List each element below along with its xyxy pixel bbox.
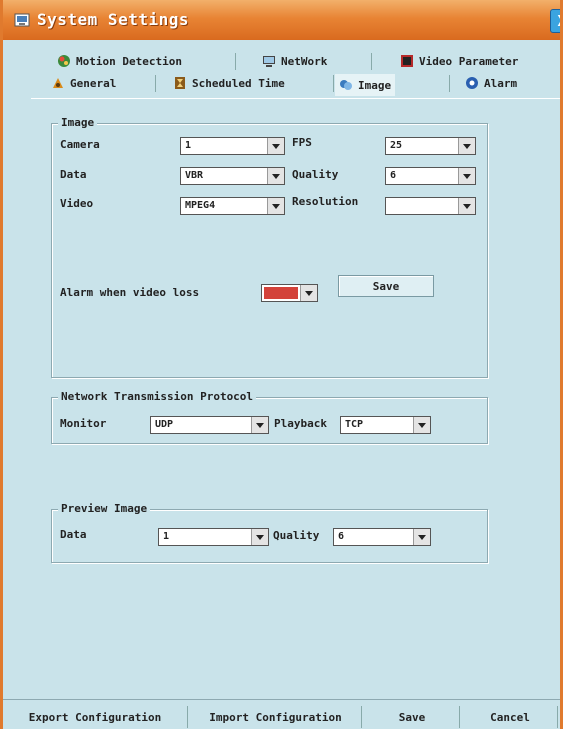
preview-group-legend: Preview Image xyxy=(58,502,151,515)
close-icon: X xyxy=(557,12,560,30)
chevron-down-icon[interactable] xyxy=(251,529,268,545)
alarm-icon xyxy=(466,77,478,89)
camera-label: Camera xyxy=(60,138,100,151)
chevron-down-icon[interactable] xyxy=(458,138,475,154)
network-transmission-group: Network Transmission Protocol Monitor UD… xyxy=(51,390,488,444)
chevron-down-icon[interactable] xyxy=(413,417,430,433)
tab-strip-border xyxy=(31,98,560,99)
tab-alarm[interactable]: Alarm xyxy=(465,76,517,90)
tab-label: Scheduled Time xyxy=(192,76,285,90)
footer-save-button[interactable]: Save xyxy=(365,706,460,728)
tab-label: NetWork xyxy=(281,54,328,68)
close-button[interactable]: X xyxy=(550,9,560,33)
image-group: Image Camera 1 FPS 25 Data VBR Quality 6… xyxy=(51,116,488,378)
preview-quality-select[interactable]: 6 xyxy=(333,528,431,546)
data-select[interactable]: VBR xyxy=(180,167,285,185)
alarm-video-loss-label: Alarm when video loss xyxy=(60,286,200,299)
tab-image[interactable]: Image xyxy=(335,74,396,96)
preview-data-select[interactable]: 1 xyxy=(158,528,269,546)
footer-bar: Export Configuration Import Configuratio… xyxy=(3,699,560,729)
video-parameter-icon xyxy=(401,55,413,67)
tab-divider xyxy=(371,53,372,70)
camera-value: 1 xyxy=(185,140,192,151)
preview-image-group: Preview Image Data 1 Quality 6 xyxy=(51,502,488,563)
playback-label: Playback xyxy=(274,417,327,430)
video-select[interactable]: MPEG4 xyxy=(180,197,285,215)
tab-divider xyxy=(449,75,450,92)
playback-select[interactable]: TCP xyxy=(340,416,431,434)
export-configuration-button[interactable]: Export Configuration xyxy=(3,706,188,728)
tab-label: Motion Detection xyxy=(76,54,182,68)
playback-value: TCP xyxy=(345,419,364,430)
preview-quality-label: Quality xyxy=(273,529,320,542)
video-label: Video xyxy=(60,197,94,210)
tab-divider xyxy=(333,75,334,92)
quality-select[interactable]: 6 xyxy=(385,167,476,185)
fps-value: 25 xyxy=(390,140,403,151)
alarm-color-select[interactable] xyxy=(261,284,318,302)
import-configuration-button[interactable]: Import Configuration xyxy=(190,706,362,728)
chevron-down-icon[interactable] xyxy=(413,529,430,545)
monitor-label: Monitor xyxy=(60,417,107,430)
monitor-value: UDP xyxy=(155,419,174,430)
chevron-down-icon[interactable] xyxy=(267,198,284,214)
settings-app-icon xyxy=(13,11,31,29)
chevron-down-icon[interactable] xyxy=(267,168,284,184)
tab-general[interactable]: General xyxy=(51,76,116,90)
preview-data-value: 1 xyxy=(163,531,170,542)
quality-label: Quality xyxy=(292,168,339,181)
monitor-select[interactable]: UDP xyxy=(150,416,269,434)
window-title: System Settings xyxy=(37,10,189,29)
tab-label: General xyxy=(70,76,117,90)
alarm-color-swatch xyxy=(264,287,298,299)
image-save-button[interactable]: Save xyxy=(338,275,434,297)
chevron-down-icon[interactable] xyxy=(458,168,475,184)
network-group-legend: Network Transmission Protocol xyxy=(58,390,257,403)
camera-select[interactable]: 1 xyxy=(180,137,285,155)
settings-tabs: Motion Detection NetWork Video Parameter… xyxy=(25,48,560,98)
network-icon xyxy=(263,56,275,67)
cancel-button[interactable]: Cancel xyxy=(463,706,558,728)
tab-divider xyxy=(155,75,156,92)
chevron-down-icon[interactable] xyxy=(458,198,475,214)
tab-label: Video Parameter xyxy=(419,54,519,68)
fps-select[interactable]: 25 xyxy=(385,137,476,155)
chevron-down-icon[interactable] xyxy=(251,417,268,433)
preview-data-label: Data xyxy=(60,528,87,541)
image-group-legend: Image xyxy=(58,116,98,129)
resolution-select[interactable] xyxy=(385,197,476,215)
quality-value: 6 xyxy=(390,170,397,181)
tab-label: Image xyxy=(358,78,392,92)
chevron-down-icon[interactable] xyxy=(300,285,317,301)
tab-scheduled-time[interactable]: Scheduled Time xyxy=(173,76,285,90)
general-icon xyxy=(53,78,63,88)
scheduled-time-icon xyxy=(175,77,185,89)
tab-motion-detection[interactable]: Motion Detection xyxy=(57,54,182,68)
chevron-down-icon[interactable] xyxy=(267,138,284,154)
tab-network[interactable]: NetWork xyxy=(262,54,327,68)
resolution-label: Resolution xyxy=(292,195,359,208)
motion-icon xyxy=(58,55,70,67)
video-value: MPEG4 xyxy=(185,200,216,211)
title-bar: System Settings X xyxy=(3,0,560,40)
image-icon xyxy=(340,80,352,90)
preview-quality-value: 6 xyxy=(338,531,345,542)
tab-label: Alarm xyxy=(484,76,518,90)
tab-divider xyxy=(235,53,236,70)
data-label: Data xyxy=(60,168,87,181)
system-settings-window: System Settings X Motion Detection NetWo… xyxy=(0,0,563,729)
data-value: VBR xyxy=(185,170,204,181)
tab-video-parameter[interactable]: Video Parameter xyxy=(400,54,518,68)
fps-label: FPS xyxy=(292,136,312,149)
